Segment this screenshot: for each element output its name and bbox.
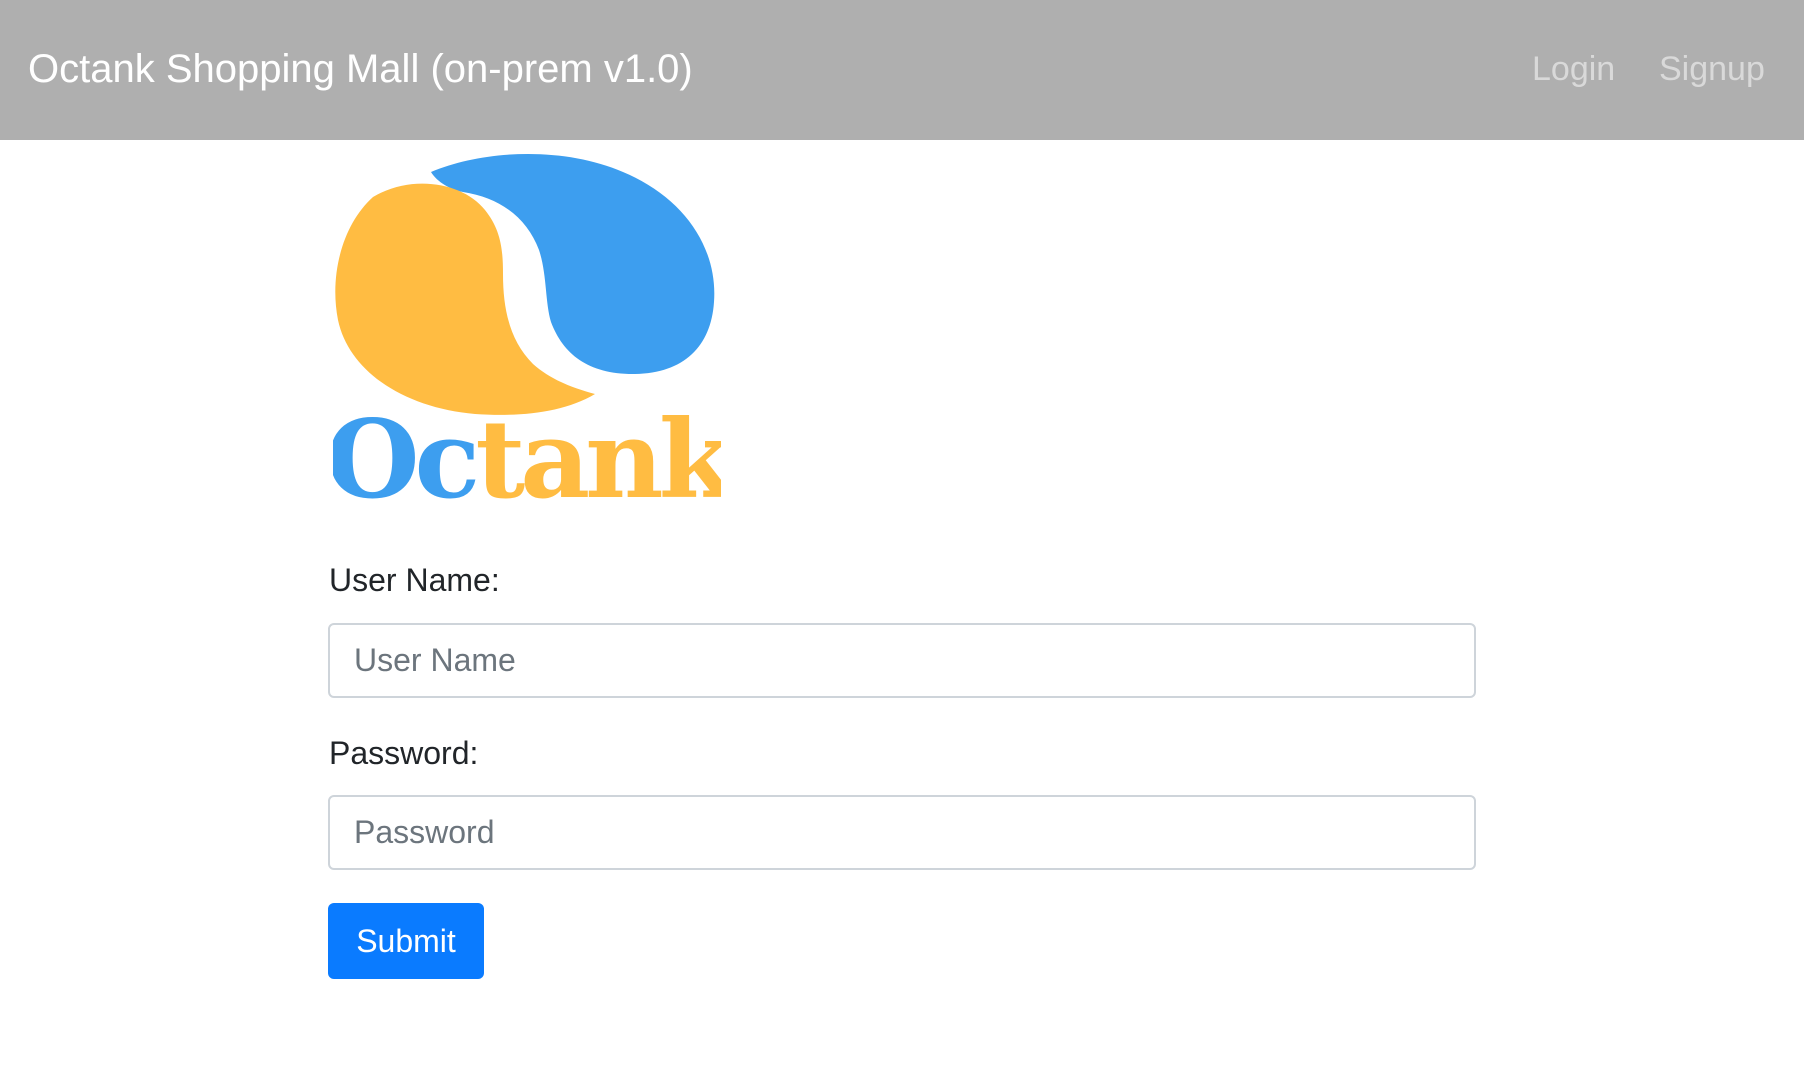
login-link[interactable]: Login bbox=[1532, 0, 1615, 140]
logo-wordmark: Octank bbox=[333, 397, 721, 506]
logo-wordmark-tank: tank bbox=[475, 397, 721, 506]
top-navbar: Octank Shopping Mall (on-prem v1.0) Logi… bbox=[0, 0, 1804, 140]
octank-logo: Octank bbox=[333, 153, 721, 506]
brand-title[interactable]: Octank Shopping Mall (on-prem v1.0) bbox=[28, 0, 693, 140]
submit-button[interactable]: Submit bbox=[328, 903, 484, 979]
password-label: Password: bbox=[329, 735, 479, 771]
username-label: User Name: bbox=[329, 562, 500, 598]
username-input[interactable] bbox=[328, 623, 1476, 698]
password-input[interactable] bbox=[328, 795, 1476, 870]
signup-link[interactable]: Signup bbox=[1659, 0, 1765, 140]
logo-wordmark-oc: Oc bbox=[333, 397, 476, 506]
